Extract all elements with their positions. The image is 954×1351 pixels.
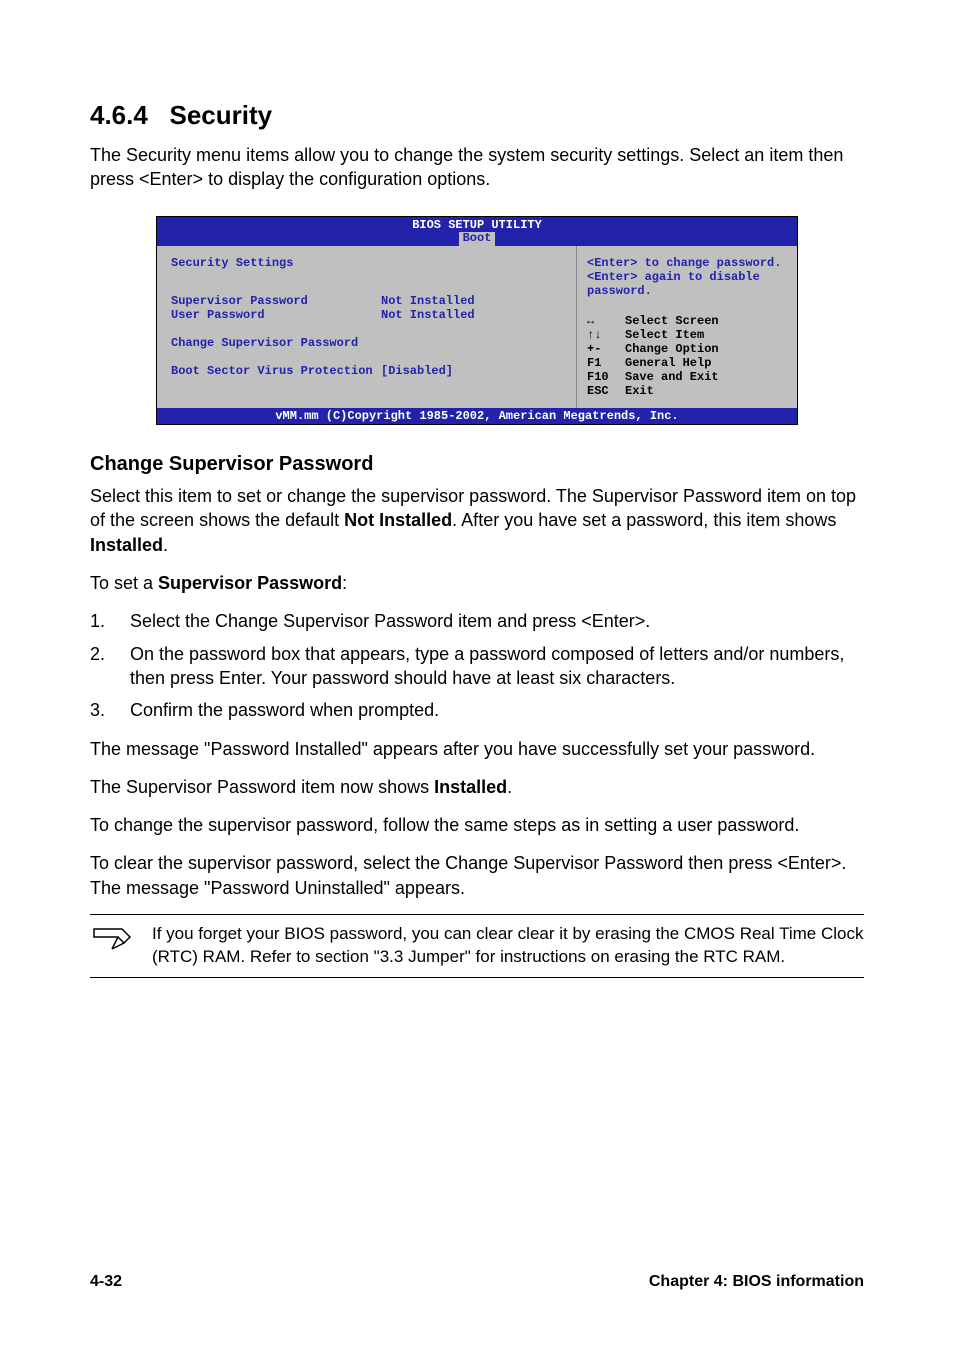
paragraph: To change the supervisor password, follo… <box>90 813 864 837</box>
paragraph: To clear the supervisor password, select… <box>90 851 864 900</box>
bios-value: Not Installed <box>381 294 475 308</box>
bios-header: BIOS SETUP UTILITY Boot <box>157 217 797 247</box>
intro-paragraph: The Security menu items allow you to cha… <box>90 143 864 192</box>
key-desc: Exit <box>625 384 654 398</box>
bios-help-text: <Enter> to change password. <Enter> agai… <box>587 256 787 298</box>
key-arrows-lr-icon: ↔ <box>587 314 625 328</box>
paragraph: The Supervisor Password item now shows I… <box>90 775 864 799</box>
bios-footer: vMM.mm (C)Copyright 1985-2002, American … <box>157 408 797 424</box>
bios-label: Boot Sector Virus Protection <box>171 364 381 378</box>
bios-key-legend: ↔Select Screen ↑↓Select Item +-Change Op… <box>587 314 787 398</box>
key-arrows-ud-icon: ↑↓ <box>587 328 625 342</box>
list-item: 2.On the password box that appears, type… <box>90 642 864 691</box>
note-text: If you forget your BIOS password, you ca… <box>152 923 864 969</box>
bios-help-line: <Enter> to change password. <box>587 256 787 270</box>
bios-left-panel: Security Settings Supervisor Password No… <box>157 246 576 408</box>
note-pencil-icon <box>90 923 134 969</box>
note-box: If you forget your BIOS password, you ca… <box>90 914 864 978</box>
bios-value: [Disabled] <box>381 364 453 378</box>
paragraph: Select this item to set or change the su… <box>90 484 864 557</box>
bios-label: Supervisor Password <box>171 294 381 308</box>
bios-right-panel: <Enter> to change password. <Enter> agai… <box>576 246 797 408</box>
bios-label: Change Supervisor Password <box>171 336 358 350</box>
bios-help-line: <Enter> again to disable password. <box>587 270 787 298</box>
paragraph: The message "Password Installed" appears… <box>90 737 864 761</box>
section-number: 4.6.4 <box>90 100 148 130</box>
bios-screenshot: BIOS SETUP UTILITY Boot Security Setting… <box>156 216 798 426</box>
key-desc: General Help <box>625 356 711 370</box>
bios-row-supervisor: Supervisor Password Not Installed <box>171 294 562 308</box>
key-desc: Select Item <box>625 328 704 342</box>
list-item: 1.Select the Change Supervisor Password … <box>90 609 864 633</box>
bios-title: BIOS SETUP UTILITY <box>157 219 797 233</box>
section-heading: 4.6.4 Security <box>90 100 864 131</box>
bios-section-heading: Security Settings <box>171 256 562 270</box>
section-title: Security <box>170 100 273 130</box>
subheading: Change Supervisor Password <box>90 453 864 476</box>
bios-row-boot-sector: Boot Sector Virus Protection [Disabled] <box>171 364 562 378</box>
paragraph: To set a Supervisor Password: <box>90 571 864 595</box>
list-item: 3.Confirm the password when prompted. <box>90 698 864 722</box>
bios-value: Not Installed <box>381 308 475 322</box>
key-desc: Save and Exit <box>625 370 719 384</box>
key-desc: Change Option <box>625 342 719 356</box>
bios-row-user: User Password Not Installed <box>171 308 562 322</box>
key-esc: ESC <box>587 384 625 398</box>
key-f1: F1 <box>587 356 625 370</box>
key-plusminus-icon: +- <box>587 342 625 356</box>
key-f10: F10 <box>587 370 625 384</box>
bios-tab: Boot <box>459 232 496 245</box>
key-desc: Select Screen <box>625 314 719 328</box>
page-number: 4-32 <box>90 1273 122 1291</box>
chapter-label: Chapter 4: BIOS information <box>649 1273 864 1291</box>
bios-row-change-supervisor: Change Supervisor Password <box>171 336 562 350</box>
bios-label: User Password <box>171 308 381 322</box>
page-footer: 4-32 Chapter 4: BIOS information <box>90 1273 864 1291</box>
steps-list: 1.Select the Change Supervisor Password … <box>90 609 864 722</box>
